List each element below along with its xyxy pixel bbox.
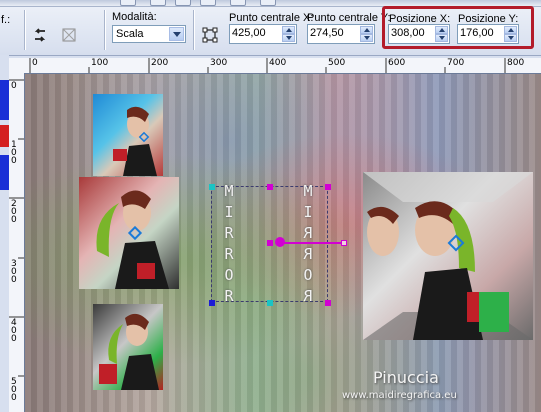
toolbar-icon[interactable] [120, 0, 136, 6]
transform-handle[interactable] [209, 184, 215, 190]
punto-y-label: Punto centrale Y: [307, 12, 391, 24]
spin-down-icon[interactable] [504, 34, 517, 42]
transform-handle[interactable] [267, 300, 273, 306]
spin-up-icon[interactable] [282, 26, 295, 34]
transform-icon[interactable] [199, 24, 221, 46]
transform-handle[interactable] [209, 300, 215, 306]
pos-x-stepper[interactable] [388, 24, 450, 44]
toolbar-icon[interactable] [230, 0, 246, 6]
spin-up-icon[interactable] [360, 26, 373, 34]
ruler-label: 300 [11, 259, 17, 285]
spin-down-icon[interactable] [360, 34, 373, 42]
ruler-label: 200 [11, 199, 17, 225]
website-watermark: www.maidiregrafica.eu [342, 390, 457, 401]
reset-icon[interactable] [29, 24, 51, 46]
modalita-value: Scala [116, 28, 144, 40]
pos-y-stepper[interactable] [457, 24, 519, 44]
ruler-label: 100 [91, 58, 109, 68]
pivot-point[interactable] [275, 237, 285, 247]
divider [24, 10, 25, 50]
portrait-frame-bottom [93, 304, 163, 390]
grid-icon[interactable] [58, 24, 80, 46]
palette-edge-blue [0, 80, 9, 120]
punto-x-stepper[interactable] [229, 24, 297, 44]
ruler-label: 100 [11, 140, 17, 166]
transform-handle[interactable] [325, 300, 331, 306]
transform-handle[interactable] [267, 184, 273, 190]
ruler-label: 500 [11, 377, 17, 403]
ruler-label: 0 [32, 58, 38, 68]
toolbar-icon[interactable] [175, 0, 191, 6]
palette-edge-blue [0, 155, 9, 190]
divider [193, 10, 194, 50]
portrait-frame-right [363, 172, 533, 340]
ruler-label: 400 [11, 318, 17, 344]
pos-y-input[interactable] [460, 27, 510, 39]
palette-edge-red [0, 125, 9, 147]
toolbar-icon[interactable] [260, 0, 276, 6]
spin-down-icon[interactable] [435, 34, 448, 42]
toolbar-icon[interactable] [200, 0, 216, 6]
preset-label: f.: [1, 14, 11, 26]
spin-up-icon[interactable] [435, 26, 448, 34]
toolbar-icon[interactable] [150, 0, 166, 6]
tool-options-toolbar: f.: Modalità: Scala Punto centrale X: Pu… [0, 0, 541, 56]
spin-up-icon[interactable] [504, 26, 517, 34]
punto-x-input[interactable] [232, 27, 282, 39]
ruler-label: 500 [328, 58, 346, 68]
ruler-label: 600 [388, 58, 406, 68]
pos-x-input[interactable] [391, 27, 441, 39]
punto-y-input[interactable] [310, 27, 360, 39]
divider [104, 10, 105, 50]
portrait-frame-middle [79, 177, 179, 289]
mirror-text-left: MIRROR [220, 182, 238, 308]
mirror-text-right: MIRROR [299, 182, 317, 308]
portrait-frame-top [93, 94, 163, 176]
spin-down-icon[interactable] [282, 34, 295, 42]
transform-center-handle[interactable] [267, 240, 273, 246]
ruler-label: 700 [447, 58, 465, 68]
image-canvas[interactable]: MIRROR MIRROR Pinuccia www.maidiregrafic… [25, 74, 541, 412]
modalita-label: Modalità: [112, 11, 157, 23]
punto-y-stepper[interactable] [307, 24, 375, 44]
punto-x-label: Punto centrale X: [229, 12, 314, 24]
left-panel-edge [0, 55, 9, 412]
rotation-handle[interactable] [341, 240, 347, 246]
modalita-select[interactable]: Scala [112, 25, 186, 43]
horizontal-ruler: 0 100 200 300 400 500 600 700 800 [9, 58, 541, 74]
transform-handle[interactable] [325, 184, 331, 190]
ruler-label: 800 [507, 58, 525, 68]
ruler-label: 200 [151, 58, 169, 68]
signature-watermark: Pinuccia [373, 368, 439, 387]
chevron-down-icon[interactable] [169, 27, 184, 41]
vertical-ruler: 0 100 200 300 400 500 [9, 73, 25, 412]
ruler-label: 0 [11, 81, 17, 91]
ruler-label: 300 [210, 58, 228, 68]
ruler-label: 400 [269, 58, 287, 68]
